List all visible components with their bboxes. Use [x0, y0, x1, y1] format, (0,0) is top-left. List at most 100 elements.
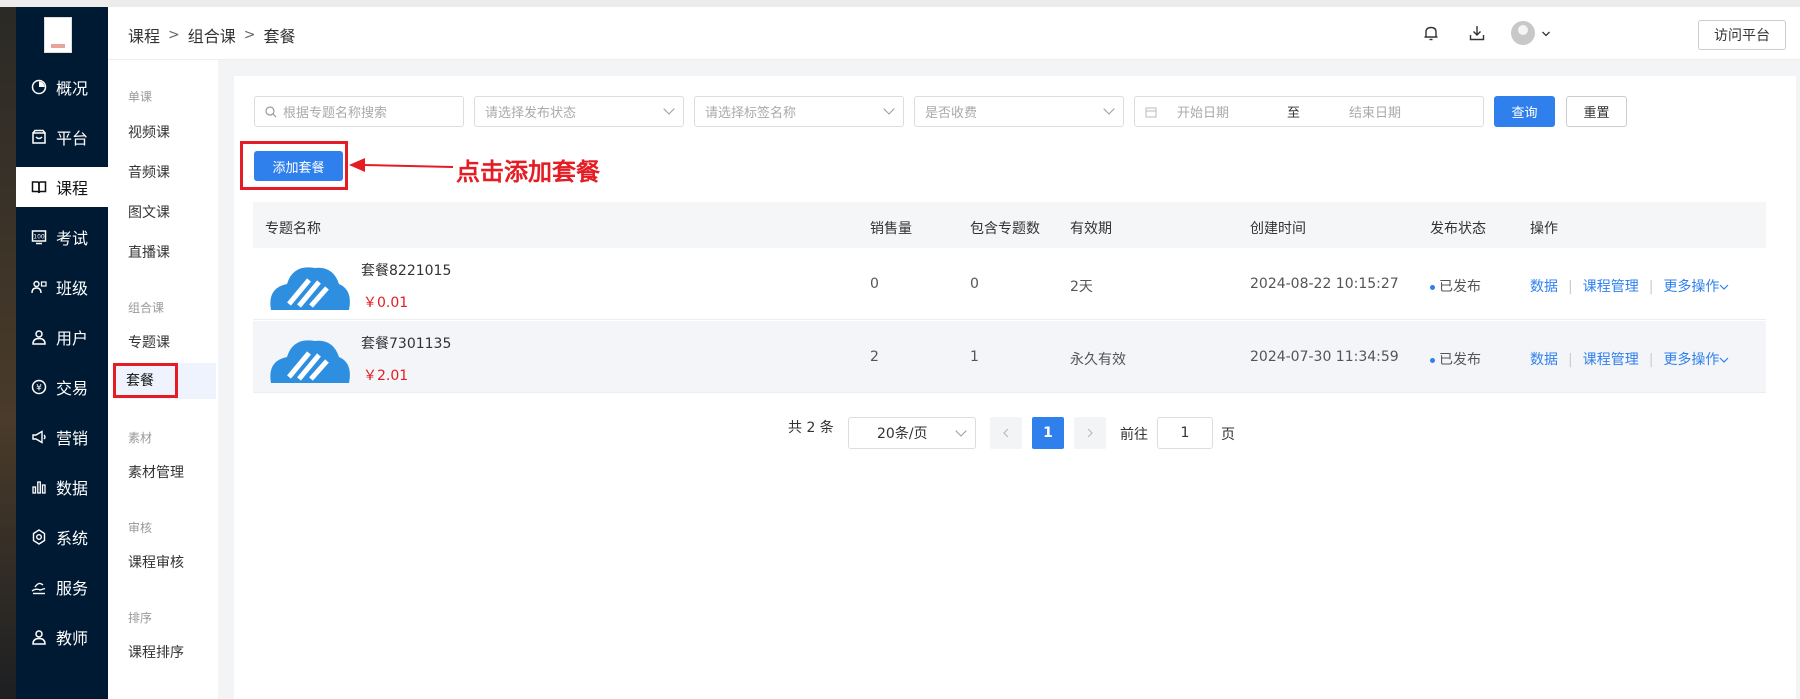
prev-page-button[interactable]: [990, 417, 1022, 449]
search-icon: [265, 105, 277, 118]
goto-page-input[interactable]: 1: [1157, 417, 1213, 449]
page-size-select[interactable]: 20条/页: [848, 417, 976, 449]
more-actions-label: 更多操作: [1663, 352, 1720, 368]
bar-chart-icon: [30, 478, 48, 496]
course-manage-link[interactable]: 课程管理: [1583, 352, 1639, 368]
page-size-value: 20条/页: [877, 426, 928, 442]
column-header: 包含专题数: [970, 221, 1040, 237]
package-name: 套餐8221015: [361, 263, 452, 279]
nav-item-user[interactable]: 用户: [16, 317, 108, 357]
app-logo: [44, 17, 72, 53]
status-text: 已发布: [1439, 352, 1481, 368]
highlight-box-add-button: [240, 141, 348, 190]
subnav-group-title: 排序: [128, 611, 153, 625]
next-page-button[interactable]: [1074, 417, 1106, 449]
subnav-item-material[interactable]: 素材管理: [128, 462, 184, 482]
status-select[interactable]: 请选择发布状态: [474, 96, 684, 127]
breadcrumb-separator: >: [168, 27, 180, 43]
sales-count: 0: [870, 276, 879, 292]
goto-suffix: 页: [1221, 427, 1235, 443]
nav-item-label: 用户: [56, 329, 89, 348]
subnav-item-topic[interactable]: 专题课: [128, 332, 170, 352]
chevron-down-icon: [663, 103, 675, 115]
calendar-icon: [1145, 106, 1157, 118]
nav-item-teacher[interactable]: 教师: [16, 617, 108, 657]
data-link[interactable]: 数据: [1530, 279, 1558, 295]
nav-item-platform[interactable]: 平台: [16, 117, 108, 157]
teacher-icon: [30, 628, 48, 646]
subnav-item-sort[interactable]: 课程排序: [128, 642, 184, 662]
chevron-down-icon: [1720, 357, 1729, 363]
nav-item-label: 教师: [56, 629, 89, 648]
nav-item-exam[interactable]: 100 考试: [16, 217, 108, 257]
date-range-picker[interactable]: 开始日期 至 结束日期: [1134, 96, 1484, 127]
nav-item-trade[interactable]: ¥ 交易: [16, 367, 108, 407]
range-separator: 至: [1287, 106, 1301, 121]
package-price: ￥2.01: [363, 368, 409, 384]
subnav-item-live[interactable]: 直播课: [128, 242, 170, 262]
megaphone-icon: [30, 428, 48, 446]
subnav-item-article[interactable]: 图文课: [128, 202, 170, 222]
created-time: 2024-08-22 10:15:27: [1250, 276, 1399, 292]
main-sidebar: 概况 平台 课程 100 考试 班级 用户 ¥ 交易 营销 数据 系统 服务 教…: [16, 7, 108, 699]
nav-item-label: 概况: [56, 79, 89, 98]
more-actions-dropdown[interactable]: 更多操作: [1663, 279, 1729, 295]
bell-icon[interactable]: [1419, 21, 1443, 45]
pagination: 共 2 条: [788, 417, 834, 437]
top-header: 课程 > 组合课 > 套餐 访问平台: [108, 7, 1800, 60]
visit-platform-button[interactable]: 访问平台: [1698, 20, 1786, 50]
page-number-current[interactable]: 1: [1032, 417, 1064, 449]
status-dot: [1430, 357, 1435, 363]
breadcrumb-item[interactable]: 组合课: [188, 23, 236, 47]
package-name: 套餐7301135: [361, 336, 452, 352]
column-header: 有效期: [1070, 221, 1112, 237]
subnav-item-video[interactable]: 视频课: [128, 122, 170, 142]
column-header: 发布状态: [1430, 221, 1486, 237]
breadcrumb: 课程 > 组合课 > 套餐: [128, 23, 296, 47]
desktop-background: [0, 7, 16, 699]
trade-icon: ¥: [30, 378, 48, 396]
chevron-down-icon: [1720, 284, 1729, 290]
download-icon[interactable]: [1465, 21, 1489, 45]
subnav-group-title: 审核: [128, 521, 153, 535]
query-button[interactable]: 查询: [1494, 96, 1555, 127]
fee-select[interactable]: 是否收费: [914, 96, 1124, 127]
divider: |: [1648, 352, 1654, 368]
nav-item-label: 数据: [56, 479, 89, 498]
avatar: [1511, 21, 1535, 45]
tag-select[interactable]: 请选择标签名称: [694, 96, 904, 127]
header-icons: [1419, 21, 1555, 45]
nav-item-system[interactable]: 系统: [16, 517, 108, 557]
tag-placeholder: 请选择标签名称: [705, 106, 797, 121]
nav-item-service[interactable]: 服务: [16, 567, 108, 607]
reset-button[interactable]: 重置: [1566, 96, 1627, 127]
nav-item-course[interactable]: 课程: [16, 167, 108, 207]
subnav-group-title: 单课: [128, 90, 153, 104]
subnav-item-review[interactable]: 课程审核: [128, 552, 184, 572]
start-date-placeholder: 开始日期: [1177, 106, 1230, 121]
breadcrumb-item[interactable]: 课程: [128, 23, 160, 47]
nav-item-overview[interactable]: 概况: [16, 67, 108, 107]
status-badge: 已发布: [1430, 276, 1481, 296]
search-input[interactable]: 根据专题名称搜索: [254, 96, 464, 127]
chevron-left-icon: [1003, 428, 1009, 438]
package-thumbnail: [270, 340, 350, 383]
package-price: ￥0.01: [363, 295, 409, 311]
subnav-group-title: 组合课: [128, 301, 165, 315]
column-header: 操作: [1530, 221, 1558, 237]
nav-item-label: 平台: [56, 129, 89, 148]
annotation-text: 点击添加套餐: [456, 157, 600, 186]
row-actions: 数据 | 课程管理 | 更多操作: [1530, 276, 1729, 296]
data-link[interactable]: 数据: [1530, 352, 1558, 368]
course-manage-link[interactable]: 课程管理: [1583, 279, 1639, 295]
divider: |: [1568, 279, 1573, 295]
nav-item-data[interactable]: 数据: [16, 467, 108, 507]
chevron-down-icon: [1541, 24, 1551, 43]
user-menu[interactable]: [1511, 21, 1555, 45]
more-actions-dropdown[interactable]: 更多操作: [1663, 352, 1729, 368]
subnav-item-audio[interactable]: 音频课: [128, 162, 170, 182]
exam-icon: 100: [30, 228, 48, 246]
nav-item-marketing[interactable]: 营销: [16, 417, 108, 457]
chevron-down-icon: [955, 425, 967, 437]
nav-item-class[interactable]: 班级: [16, 267, 108, 307]
